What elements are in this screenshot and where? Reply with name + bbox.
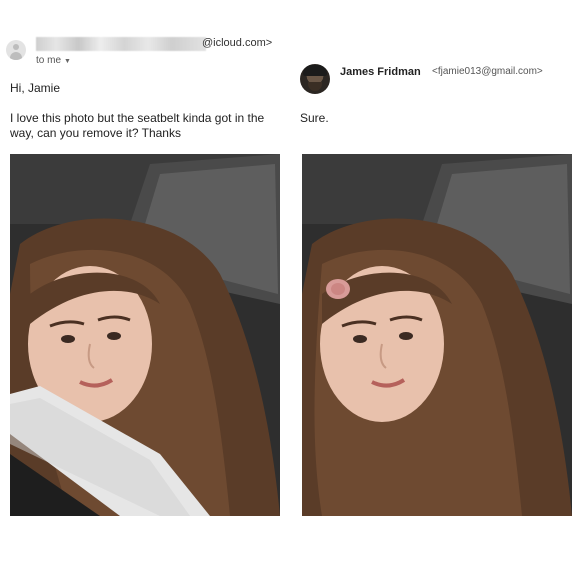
recipient-label: to me [36, 55, 62, 66]
sender-avatar-icon [6, 40, 26, 60]
reply-sender-email: <fjamie013@gmail.com> [432, 66, 543, 77]
reply-sender-name: James Fridman [340, 66, 421, 78]
sender-email-domain: @icloud.com> [202, 37, 273, 49]
edited-photo [302, 154, 572, 516]
original-photo [10, 154, 280, 516]
reply-sender-avatar [300, 64, 330, 94]
caret-down-icon: ▼ [64, 58, 71, 65]
sender-name-redacted [36, 37, 206, 51]
reply-body: Sure. [300, 111, 329, 125]
recipient-dropdown[interactable]: to me ▼ [36, 55, 71, 66]
email-body-line-2: way, can you remove it? Thanks [10, 126, 181, 140]
email-body-line-1: I love this photo but the seatbelt kinda… [10, 111, 265, 125]
email-greeting: Hi, Jamie [10, 81, 61, 95]
